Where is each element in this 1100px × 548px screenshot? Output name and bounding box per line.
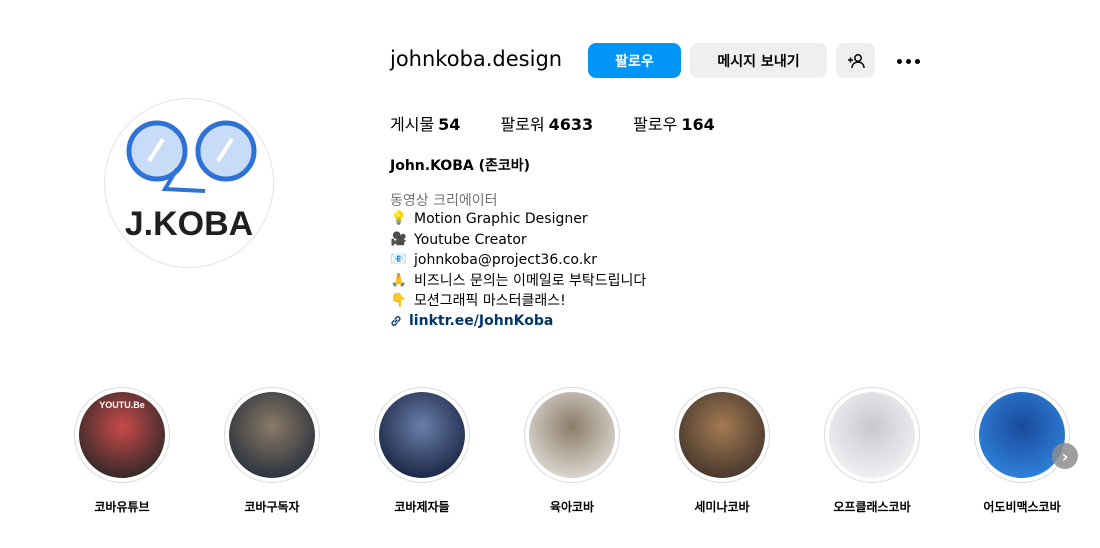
highlight-item[interactable]: 코바제자들 bbox=[362, 387, 482, 515]
highlight-item[interactable]: YOUTU.Be 코바유튜브 bbox=[62, 387, 182, 515]
video-camera-icon: 🎥 bbox=[390, 231, 408, 247]
posts-label: 게시물 bbox=[390, 115, 435, 134]
bio-line-text: johnkoba@project36.co.kr bbox=[414, 252, 598, 268]
posts-stat: 게시물 54 bbox=[390, 111, 460, 135]
highlight-item[interactable]: 세미나코바 bbox=[662, 387, 782, 515]
highlight-label: 코바구독자 bbox=[244, 500, 300, 514]
highlight-label: 세미나코바 bbox=[694, 500, 750, 514]
highlight-image bbox=[679, 392, 765, 478]
email-icon: 📧 bbox=[390, 252, 408, 267]
profile-username: johnkoba.design bbox=[390, 47, 563, 71]
highlight-item[interactable]: 오프클래스코바 bbox=[812, 387, 932, 515]
link-icon bbox=[391, 316, 401, 326]
highlight-label: 육아코바 bbox=[549, 500, 595, 514]
posts-count: 54 bbox=[438, 115, 461, 134]
suggest-users-button[interactable] bbox=[836, 43, 875, 78]
highlight-label: 코바제자들 bbox=[394, 500, 450, 514]
story-highlights: YOUTU.Be 코바유튜브 코바구독자 코바제자들 육아코바 세미나코바 오프클래스코바 어… bbox=[0, 387, 1100, 527]
highlight-cover: YOUTU.Be bbox=[74, 387, 170, 483]
highlight-label: 코바유튜브 bbox=[94, 500, 150, 514]
following-label: 팔로우 bbox=[633, 115, 678, 134]
bio-line-text: 비즈니스 문의는 이메일로 부탁드립니다 bbox=[414, 272, 647, 289]
profile-full-name: John.KOBA (존코바) bbox=[390, 158, 531, 174]
following-count: 164 bbox=[681, 115, 715, 134]
highlight-cover bbox=[224, 387, 320, 483]
highlight-image bbox=[379, 392, 465, 478]
highlight-cover bbox=[524, 387, 620, 483]
pray-icon: 🙏 bbox=[390, 272, 408, 288]
highlight-cover bbox=[674, 387, 770, 483]
highlight-image: YOUTU.Be bbox=[79, 392, 165, 478]
highlight-image bbox=[529, 392, 615, 478]
message-button[interactable]: 메시지 보내기 bbox=[690, 43, 827, 78]
followers-label: 팔로워 bbox=[500, 115, 545, 134]
jkoba-logo: J.KOBA bbox=[125, 120, 257, 243]
chevron-right-icon[interactable]: › bbox=[1052, 443, 1078, 469]
avatar-logo-text: J.KOBA bbox=[125, 205, 253, 243]
add-person-icon bbox=[847, 53, 865, 68]
bio-line: 🙏 비즈니스 문의는 이메일로 부탁드립니다 bbox=[390, 271, 646, 292]
highlight-image bbox=[829, 392, 915, 478]
profile-bio: 💡 Motion Graphic Designer 🎥 Youtube Creator… bbox=[390, 209, 646, 312]
followers-stat[interactable]: 팔로워 4633 bbox=[500, 111, 593, 135]
bio-line: 📧 johnkoba@project36.co.kr bbox=[390, 250, 646, 271]
profile-avatar[interactable]: J.KOBA bbox=[104, 98, 274, 268]
highlight-label: 오프클래스코바 bbox=[833, 500, 911, 514]
follow-button[interactable]: 팔로우 bbox=[588, 43, 681, 78]
pointing-hand-icon: 👇 bbox=[390, 293, 408, 308]
highlight-item[interactable]: 코바구독자 bbox=[212, 387, 332, 515]
highlight-overlay-text: YOUTU.Be bbox=[99, 400, 145, 410]
bio-line-text: Youtube Creator bbox=[414, 231, 527, 248]
profile-link[interactable]: linktr.ee/JohnKoba bbox=[390, 313, 553, 329]
bio-line: 🎥 Youtube Creator bbox=[390, 230, 646, 251]
followers-count: 4633 bbox=[548, 115, 594, 134]
lightbulb-icon: 💡 bbox=[390, 211, 408, 226]
highlight-label: 어도비맥스코바 bbox=[983, 500, 1061, 514]
profile-stats: 게시물 54 팔로워 4633 팔로우 164 bbox=[390, 111, 755, 135]
bio-line-text: Motion Graphic Designer bbox=[414, 211, 588, 227]
profile-link-text: linktr.ee/JohnKoba bbox=[409, 313, 554, 329]
highlight-image bbox=[229, 392, 315, 478]
more-options-icon[interactable] bbox=[892, 49, 924, 73]
highlight-cover bbox=[824, 387, 920, 483]
profile-category: 동영상 크리에이터 bbox=[390, 193, 498, 209]
highlight-image bbox=[979, 392, 1065, 478]
highlight-cover bbox=[974, 387, 1070, 483]
highlight-item[interactable]: 육아코바 bbox=[512, 387, 632, 515]
bio-line: 💡 Motion Graphic Designer bbox=[390, 209, 646, 230]
highlight-cover bbox=[374, 387, 470, 483]
bio-line-text: 모션그래픽 마스터클래스! bbox=[414, 293, 566, 309]
bio-line: 👇 모션그래픽 마스터클래스! bbox=[390, 291, 646, 312]
following-stat[interactable]: 팔로우 164 bbox=[633, 111, 715, 135]
